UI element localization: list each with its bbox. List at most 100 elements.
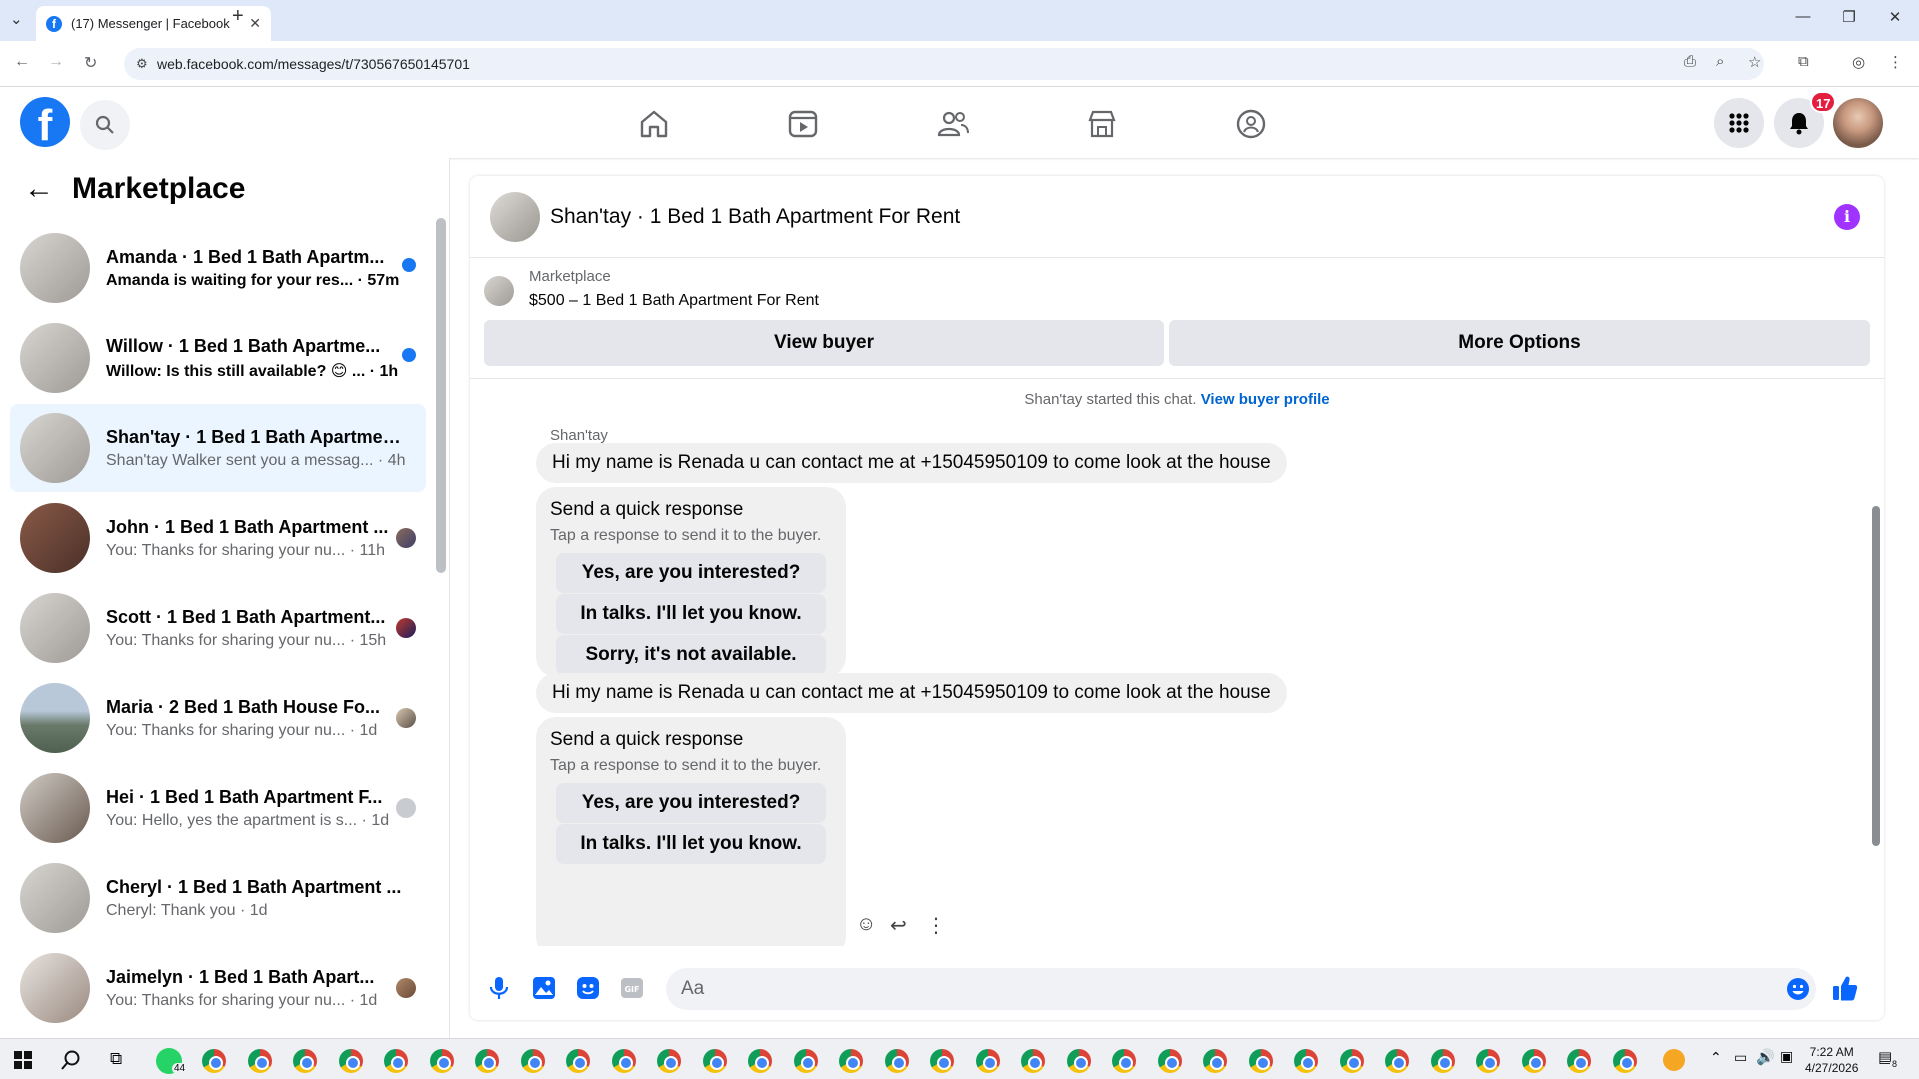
taskbar-chrome-icon[interactable] (1430, 1049, 1455, 1073)
taskbar-chrome-icon[interactable] (338, 1049, 363, 1073)
home-icon[interactable] (637, 107, 671, 141)
tray-app-icon[interactable] (1663, 1049, 1685, 1071)
message-bubble[interactable]: Hi my name is Renada u can contact me at… (536, 673, 1287, 713)
taskbar-chrome-icon[interactable] (1385, 1049, 1409, 1073)
photo-icon[interactable] (532, 976, 556, 1000)
taskbar-chrome-icon[interactable] (293, 1049, 317, 1073)
address-bar[interactable]: ⚙ web.facebook.com/messages/t/7305676501… (124, 48, 1764, 80)
taskbar-chrome-icon[interactable] (202, 1049, 226, 1073)
taskbar-chrome-icon[interactable] (702, 1049, 727, 1073)
groups-icon[interactable] (1234, 107, 1268, 141)
bookmark-star-icon[interactable]: ☆ (1748, 53, 1761, 71)
site-info-icon[interactable]: ⚙ (136, 56, 148, 72)
taskbar-chrome-icon[interactable] (384, 1049, 408, 1073)
taskbar-chrome-icon[interactable] (520, 1049, 545, 1073)
conversation-item-shantay[interactable]: Shan'tay · 1 Bed 1 Bath Apartmen... Shan'… (10, 404, 426, 492)
friends-icon[interactable] (936, 107, 970, 141)
quick-response-unavailable-button[interactable]: Sorry, it's not available. (556, 635, 826, 675)
extensions-icon[interactable]: ⧉ (1798, 53, 1809, 70)
profile-icon[interactable]: ◎ (1852, 53, 1865, 71)
listing-title[interactable]: $500 – 1 Bed 1 Bath Apartment For Rent (529, 292, 819, 310)
taskbar-chrome-icon[interactable] (657, 1049, 681, 1073)
reply-icon[interactable]: ↩ (890, 913, 907, 938)
taskbar-chrome-icon[interactable] (1521, 1049, 1546, 1073)
back-icon[interactable]: ← (14, 53, 30, 71)
taskbar-chrome-icon[interactable] (475, 1049, 499, 1073)
thread-scrollbar[interactable] (1872, 506, 1880, 846)
facebook-logo-icon[interactable]: f (20, 97, 70, 147)
microphone-icon[interactable] (488, 976, 510, 1000)
taskbar-chrome-icon[interactable] (1066, 1049, 1091, 1073)
taskbar-chrome-icon[interactable] (566, 1049, 590, 1073)
taskbar-chrome-icon[interactable] (748, 1049, 772, 1073)
conversation-item-amanda[interactable]: Amanda · 1 Bed 1 Bath Apartm... Amanda is… (10, 224, 426, 312)
restore-icon[interactable]: ❐ (1826, 8, 1872, 26)
react-emoji-icon[interactable]: ☺ (856, 913, 876, 936)
window-close-icon[interactable]: ✕ (1872, 8, 1918, 26)
emoji-icon[interactable] (1786, 977, 1810, 1001)
more-actions-icon[interactable]: ⋮ (926, 913, 946, 938)
conversation-item-cheryl[interactable]: Cheryl · 1 Bed 1 Bath Apartment ... Chery… (10, 854, 426, 942)
taskbar-search-icon[interactable] (60, 1049, 82, 1071)
conversation-item-jaimelyn[interactable]: Jaimelyn · 1 Bed 1 Bath Apart... You: Tha… (10, 944, 426, 1032)
taskbar-chrome-icon[interactable] (930, 1049, 954, 1073)
new-tab-icon[interactable]: + (232, 5, 244, 28)
chat-title[interactable]: Shan'tay · 1 Bed 1 Bath Apartment For Re… (550, 205, 960, 229)
conversation-item-hei[interactable]: Hei · 1 Bed 1 Bath Apartment F... You: He… (10, 764, 426, 852)
tab-search-icon[interactable]: ⌄ (10, 10, 23, 28)
back-arrow-icon[interactable]: ← (24, 172, 54, 206)
tab-close-icon[interactable]: ✕ (249, 15, 261, 32)
quick-response-yes-button[interactable]: Yes, are you interested? (556, 783, 826, 823)
more-options-button[interactable]: More Options (1169, 320, 1870, 366)
taskbar-chrome-icon[interactable] (1157, 1049, 1182, 1073)
menu-grid-button[interactable] (1714, 98, 1764, 148)
search-button[interactable] (80, 100, 130, 150)
video-icon[interactable] (786, 107, 820, 141)
conversation-item-scott[interactable]: Scott · 1 Bed 1 Bath Apartment... You: Th… (10, 584, 426, 672)
taskbar-chrome-icon[interactable] (611, 1049, 636, 1073)
taskbar-chrome-icon[interactable] (793, 1049, 818, 1073)
taskbar-chrome-icon[interactable] (247, 1049, 272, 1073)
taskbar-chrome-icon[interactable] (1021, 1049, 1045, 1073)
view-buyer-profile-link[interactable]: View buyer profile (1201, 391, 1330, 408)
quick-response-yes-button[interactable]: Yes, are you interested? (556, 553, 826, 593)
taskbar-chrome-icon[interactable] (839, 1049, 863, 1073)
zoom-icon[interactable]: ⌕ (1716, 53, 1724, 70)
quick-response-in-talks-button[interactable]: In talks. I'll let you know. (556, 594, 826, 634)
network-icon[interactable]: ▣ (1780, 1048, 1793, 1065)
taskbar-chrome-icon[interactable] (975, 1049, 1000, 1073)
taskbar-chrome-icon[interactable] (1612, 1049, 1637, 1073)
info-icon[interactable]: i (1834, 204, 1860, 230)
conversation-item-john[interactable]: John · 1 Bed 1 Bath Apartment ... You: Th… (10, 494, 426, 582)
profile-avatar[interactable] (1833, 98, 1883, 148)
quick-response-in-talks-button[interactable]: In talks. I'll let you know. (556, 824, 826, 864)
conversation-item-willow[interactable]: Willow · 1 Bed 1 Bath Apartme... Willow: … (10, 314, 426, 402)
message-bubble[interactable]: Hi my name is Renada u can contact me at… (536, 443, 1287, 483)
taskbar-chrome-icon[interactable] (429, 1049, 454, 1073)
sidebar-scrollbar[interactable] (436, 218, 446, 573)
taskbar-chrome-icon[interactable] (884, 1049, 909, 1073)
windows-start-icon[interactable] (14, 1051, 32, 1069)
taskbar-chrome-icon[interactable] (1112, 1049, 1136, 1073)
task-view-icon[interactable]: ⧉ (110, 1049, 122, 1069)
taskbar-chrome-icon[interactable] (1203, 1049, 1227, 1073)
forward-icon[interactable]: → (48, 53, 64, 71)
taskbar-chrome-icon[interactable] (1294, 1049, 1318, 1073)
message-input[interactable]: Aa (666, 968, 1816, 1010)
minimize-icon[interactable]: — (1780, 8, 1826, 25)
taskbar-chrome-icon[interactable] (1248, 1049, 1273, 1073)
volume-icon[interactable]: 🔊 (1756, 1048, 1775, 1066)
install-app-icon[interactable]: ⎙ (1684, 53, 1696, 70)
marketplace-icon[interactable] (1085, 107, 1119, 141)
chat-avatar[interactable] (490, 192, 540, 242)
sticker-icon[interactable] (576, 976, 600, 1000)
taskbar-chrome-icon[interactable] (1339, 1049, 1364, 1073)
tray-overflow-icon[interactable]: ⌃ (1710, 1049, 1722, 1066)
taskbar-chrome-icon[interactable] (1476, 1049, 1500, 1073)
menu-icon[interactable]: ⋮ (1888, 53, 1903, 71)
view-buyer-button[interactable]: View buyer (484, 320, 1164, 366)
battery-icon[interactable]: ▭ (1734, 1049, 1747, 1066)
reload-icon[interactable]: ↻ (84, 53, 97, 73)
conversation-item-maria[interactable]: Maria · 2 Bed 1 Bath House Fo... You: Tha… (10, 674, 426, 762)
gif-icon[interactable]: GIF (620, 976, 644, 1000)
